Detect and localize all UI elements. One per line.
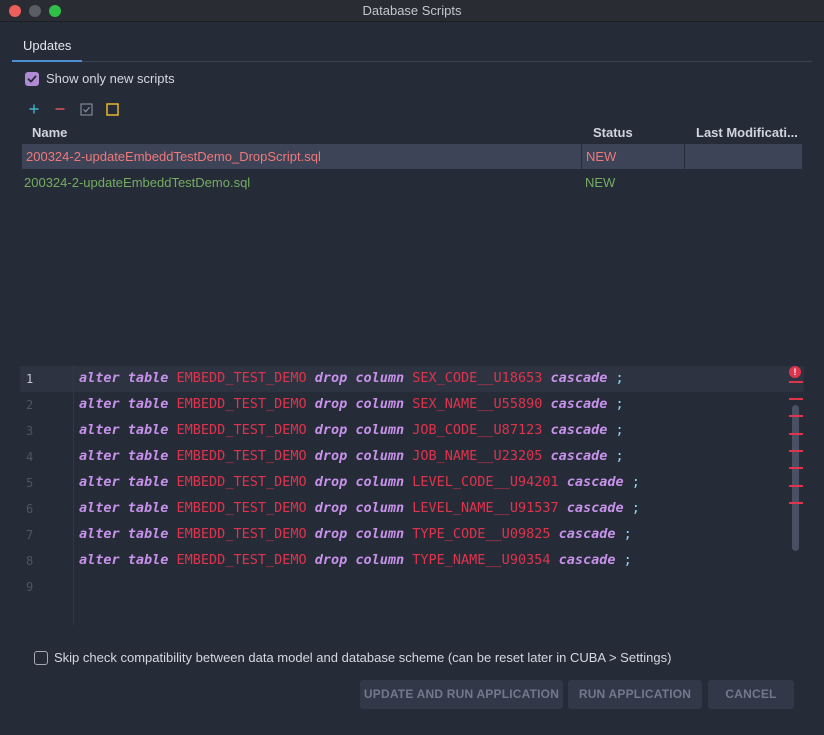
update-and-run-button[interactable]: UPDATE AND RUN APPLICATION [360,680,563,709]
title-bar: Database Scripts [0,0,824,22]
error-stripe-mark[interactable] [789,398,803,400]
script-status: NEW [581,144,685,169]
minimize-window-button[interactable] [29,5,41,17]
error-stripe-mark[interactable] [789,485,803,487]
close-window-button[interactable] [9,5,21,17]
line-number: 1 [26,372,34,386]
run-application-button[interactable]: RUN APPLICATION [568,680,702,709]
select-all-icon [79,102,93,116]
code-line: alter table EMBEDD_TEST_DEMO drop column… [79,526,632,542]
code-line: alter table EMBEDD_TEST_DEMO drop column… [79,396,624,412]
show-only-new-checkbox[interactable] [25,71,39,86]
window-controls [9,5,61,17]
show-only-new-row[interactable]: Show only new scripts [25,71,175,86]
scripts-table-header: Name Status Last Modificati... [22,125,802,143]
editor-scrollbar[interactable] [792,405,799,551]
error-stripe-mark[interactable] [789,450,803,452]
maximize-window-button[interactable] [49,5,61,17]
error-stripe-mark[interactable] [789,415,803,417]
checkmark-icon [27,75,37,82]
line-number: 3 [26,424,34,438]
mark-applied-button[interactable] [104,101,120,117]
code-line: alter table EMBEDD_TEST_DEMO drop column… [79,422,624,438]
skip-check-row[interactable]: Skip check compatibility between data mo… [34,650,671,665]
add-icon [29,104,39,114]
column-header-last-modified[interactable]: Last Modificati... [696,125,802,140]
column-header-name[interactable]: Name [32,125,67,140]
script-status: NEW [585,175,616,190]
remove-button[interactable] [52,101,68,117]
script-last-modified [684,144,802,169]
code-line: alter table EMBEDD_TEST_DEMO drop column… [79,500,640,516]
line-number: 7 [26,528,34,542]
line-number: 2 [26,398,34,412]
sql-editor[interactable]: 1 2 3 4 5 6 7 8 9 alter table EMBEDD_TES… [20,365,804,625]
tab-bar: Updates [12,30,812,62]
script-name: 200324-2-updateEmbeddTestDemo_DropScript… [26,149,321,164]
table-row[interactable]: 200324-2-updateEmbeddTestDemo.sql NEW [22,170,802,195]
mark-applied-icon [105,102,119,116]
error-stripe-mark[interactable] [789,381,803,383]
error-stripe-mark[interactable] [789,433,803,435]
line-number: 9 [26,580,34,594]
scripts-toolbar [26,101,120,117]
error-indicator-icon[interactable]: ! [789,366,801,378]
window-title: Database Scripts [362,3,462,18]
gutter-separator [73,365,74,625]
line-number: 8 [26,554,34,568]
select-all-button[interactable] [78,101,94,117]
line-number: 4 [26,450,34,464]
line-number: 6 [26,502,34,516]
show-only-new-label: Show only new scripts [46,71,175,86]
add-button[interactable] [26,101,42,117]
line-number: 5 [26,476,34,490]
remove-icon [55,108,65,110]
error-stripe-mark[interactable] [789,467,803,469]
error-stripe-mark[interactable] [789,502,803,504]
skip-check-checkbox[interactable] [34,650,48,665]
code-line: alter table EMBEDD_TEST_DEMO drop column… [79,448,624,464]
tab-updates[interactable]: Updates [12,30,83,62]
code-line: alter table EMBEDD_TEST_DEMO drop column… [79,474,640,490]
skip-check-label: Skip check compatibility between data mo… [54,650,672,665]
cancel-button[interactable]: CANCEL [708,680,794,709]
code-line: alter table EMBEDD_TEST_DEMO drop column… [79,552,632,568]
script-name: 200324-2-updateEmbeddTestDemo.sql [24,175,251,190]
table-row[interactable]: 200324-2-updateEmbeddTestDemo_DropScript… [22,144,802,169]
column-header-status[interactable]: Status [593,125,633,140]
code-line: alter table EMBEDD_TEST_DEMO drop column… [79,370,624,386]
